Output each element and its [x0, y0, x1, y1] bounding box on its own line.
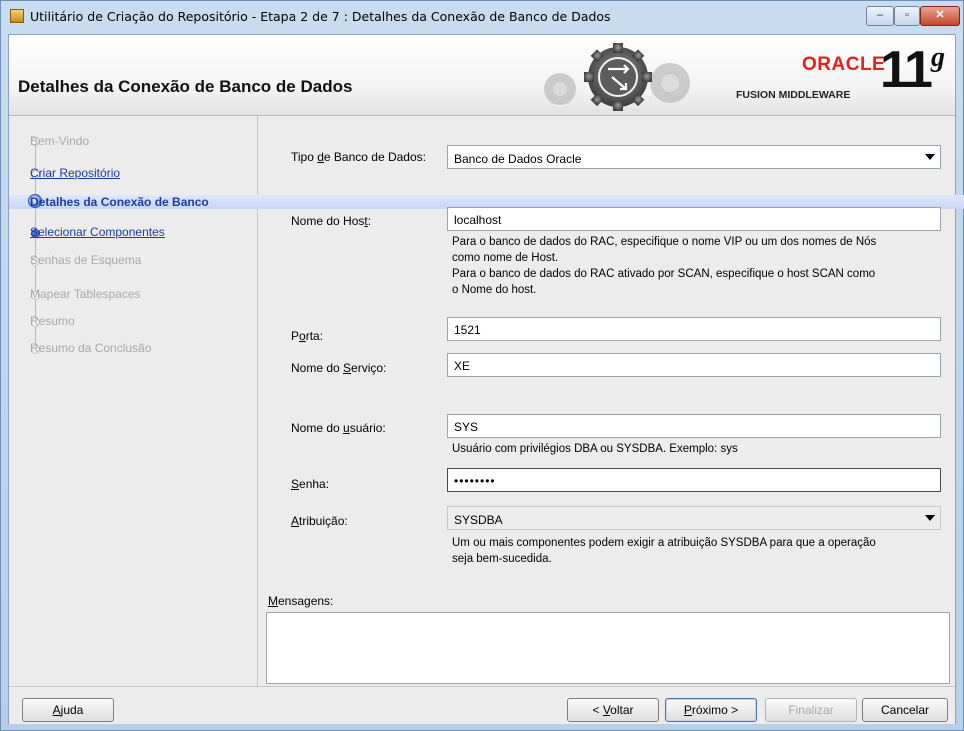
gear-graphic	[544, 43, 690, 111]
close-button[interactable]: ✕	[920, 6, 960, 26]
role-value: SYSDBA	[454, 513, 503, 527]
role-label: Atribuição:	[291, 514, 348, 528]
version-logo: 11g	[880, 41, 945, 99]
db-type-select[interactable]: Banco de Dados Oracle	[447, 145, 941, 169]
role-select[interactable]: SYSDBA	[447, 506, 941, 530]
host-input[interactable]: localhost	[447, 207, 941, 231]
step-resumo-conclusao: Resumo da Conclusão	[30, 341, 152, 355]
maximize-button[interactable]: ▫	[894, 6, 920, 26]
username-hint: Usuário com privilégios DBA ou SYSDBA. E…	[452, 443, 738, 455]
minimize-button[interactable]: –	[866, 6, 894, 26]
page-title: Detalhes da Conexão de Banco de Dados	[18, 77, 353, 96]
version-suffix: g	[930, 42, 945, 73]
password-label: Senha:	[291, 477, 330, 491]
username-input[interactable]: SYS	[447, 414, 941, 438]
cancel-button[interactable]: Cancelar	[862, 698, 948, 722]
host-hint-line-3: Para o banco de dados do RAC ativado por…	[452, 268, 876, 280]
host-hint-line-2: como nome de Host.	[452, 252, 559, 264]
next-button[interactable]: Próximo >	[665, 698, 757, 722]
service-label: Nome do Serviço:	[291, 361, 387, 375]
host-hint-line-4: o Nome do host.	[452, 284, 537, 296]
step-mapear-tablespaces: Mapear Tablespaces	[30, 287, 141, 301]
role-hint-line-2: seja bem-sucedida.	[452, 553, 552, 565]
window-title: Utilitário de Criação do Repositório - E…	[30, 9, 611, 24]
step-bem-vindo: Bem-Vindo	[30, 134, 90, 148]
version-number: 11	[880, 41, 933, 99]
db-type-value: Banco de Dados Oracle	[454, 152, 582, 166]
messages-area[interactable]	[266, 612, 950, 684]
java-app-icon	[10, 9, 24, 23]
username-label: Nome do usuário:	[291, 421, 386, 435]
oracle-logo-text: ORACLE	[802, 54, 886, 75]
step-resumo: Resumo	[30, 314, 75, 328]
back-button[interactable]: < Voltar	[567, 698, 659, 722]
password-input[interactable]: ••••••••	[447, 468, 941, 492]
role-hint-line-1: Um ou mais componentes podem exigir a at…	[452, 537, 876, 549]
port-label: Porta:	[291, 329, 324, 343]
db-type-label: Tipo de Banco de Dados:	[291, 150, 426, 164]
step-selecionar-componentes[interactable]: Selecionar Componentes	[30, 225, 165, 239]
finish-button[interactable]: Finalizar	[765, 698, 857, 722]
messages-label: Mensagens:	[268, 594, 334, 608]
fusion-middleware-text: FUSION MIDDLEWARE	[736, 89, 851, 101]
step-criar-repositorio[interactable]: Criar Repositório	[30, 166, 120, 180]
step-senhas-esquema: Senhas de Esquema	[30, 253, 142, 267]
dropdown-arrow-icon	[925, 154, 935, 160]
host-hint-line-1: Para o banco de dados do RAC, especifiqu…	[452, 236, 877, 248]
port-input[interactable]: 1521	[447, 317, 941, 341]
service-input[interactable]: XE	[447, 353, 941, 377]
dropdown-arrow-icon	[925, 515, 935, 521]
host-label: Nome do Host:	[291, 214, 372, 228]
help-button[interactable]: Ajuda	[22, 698, 114, 722]
step-detalhes-conexao: Detalhes da Conexão de Banco	[30, 195, 209, 209]
